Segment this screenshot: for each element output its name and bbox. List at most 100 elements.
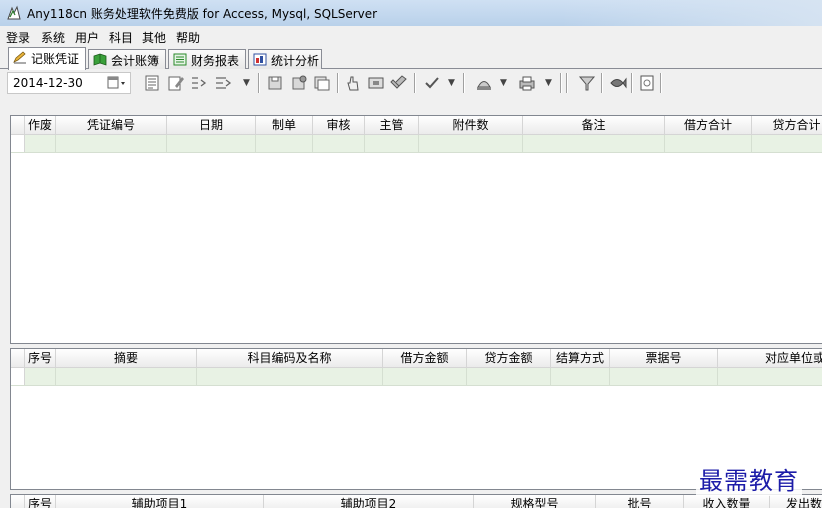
calendar-icon[interactable]: [106, 75, 128, 91]
toolbar-separator: [463, 73, 465, 93]
voucher-list-icon[interactable]: [143, 74, 161, 92]
table-cell[interactable]: [25, 368, 56, 385]
table-cell[interactable]: [383, 368, 467, 385]
print-dropdown-icon[interactable]: ▼: [545, 76, 553, 90]
table-cell[interactable]: [610, 368, 718, 385]
row-selector[interactable]: [11, 368, 25, 385]
menu-system[interactable]: 系统: [41, 29, 65, 46]
col-notes[interactable]: 备注: [523, 116, 665, 135]
col-voucher-no[interactable]: 凭证编号: [56, 116, 167, 135]
edit-icon[interactable]: [167, 74, 185, 92]
menu-account[interactable]: 科目: [109, 29, 133, 46]
stamp-dropdown-icon[interactable]: ▼: [500, 76, 508, 90]
pen-icon: [13, 51, 26, 64]
auxiliary-grid[interactable]: 序号 辅助项目1 辅助项目2 规格型号 批号 收入数量 发出数: [10, 494, 822, 508]
table-cell[interactable]: [718, 368, 822, 385]
table-cell[interactable]: [313, 135, 365, 152]
table-cell[interactable]: [551, 368, 610, 385]
row-header-stub: [11, 116, 25, 135]
watermark-text: 最需教育: [696, 461, 802, 496]
tab-reports[interactable]: 财务报表: [168, 49, 246, 69]
filter-icon[interactable]: [578, 74, 596, 92]
row-header-stub: [11, 349, 25, 368]
outdent-icon[interactable]: [214, 74, 232, 92]
eraser-icon[interactable]: [390, 74, 408, 92]
title-bar: Any118cn 账务处理软件免费版 for Access, Mysql, SQ…: [0, 0, 822, 26]
menu-login[interactable]: 登录: [6, 29, 30, 46]
col-debit-total[interactable]: 借方合计: [665, 116, 752, 135]
col-credit-total[interactable]: 贷方合计: [752, 116, 822, 135]
tab-bar: 记账凭证 会计账簿 财务报表 统计分析: [0, 47, 822, 70]
fish-icon[interactable]: [609, 74, 627, 92]
table-cell[interactable]: [523, 135, 665, 152]
toolbar-separator: [414, 73, 416, 93]
table-cell[interactable]: [197, 368, 383, 385]
table-cell[interactable]: [665, 135, 752, 152]
col-seq[interactable]: 序号: [25, 495, 56, 508]
row-selector[interactable]: [11, 135, 25, 152]
toolbar: 2014-12-30 ▼ ▼ ▼ ▼: [0, 69, 822, 97]
check-dropdown-icon[interactable]: ▼: [448, 76, 456, 90]
col-aux-item-2[interactable]: 辅助项目2: [264, 495, 474, 508]
table-cell[interactable]: [56, 368, 197, 385]
row-divider: [11, 152, 822, 153]
col-date[interactable]: 日期: [167, 116, 256, 135]
tab-statistics[interactable]: 统计分析: [248, 49, 322, 69]
tab-statistics-label: 统计分析: [271, 54, 320, 68]
tab-voucher[interactable]: 记账凭证: [8, 47, 86, 70]
col-aux-item-1[interactable]: 辅助项目1: [56, 495, 264, 508]
tab-reports-label: 财务报表: [191, 54, 240, 68]
table-row[interactable]: [11, 135, 822, 152]
menu-user[interactable]: 用户: [75, 29, 99, 46]
table-cell[interactable]: [167, 135, 256, 152]
save-copy-icon[interactable]: [313, 74, 331, 92]
date-value[interactable]: 2014-12-30: [13, 76, 83, 90]
toolbar-separator: [601, 73, 603, 93]
col-issued-qty[interactable]: 发出数: [770, 495, 822, 508]
menu-help[interactable]: 帮助: [176, 29, 200, 46]
voucher-grid[interactable]: 作废 凭证编号 日期 制单 审核 主管 附件数 备注 借方合计 贷方合计: [10, 115, 822, 344]
date-picker[interactable]: 2014-12-30: [7, 72, 131, 94]
row-divider: [11, 385, 822, 386]
col-received-qty[interactable]: 收入数量: [684, 495, 770, 508]
checkmark-icon[interactable]: [423, 74, 441, 92]
table-cell[interactable]: [419, 135, 523, 152]
col-counterparty[interactable]: 对应单位或: [718, 349, 822, 368]
hand-pointer-icon[interactable]: [344, 74, 362, 92]
col-account[interactable]: 科目编码及名称: [197, 349, 383, 368]
table-cell[interactable]: [256, 135, 313, 152]
col-batch-no[interactable]: 批号: [596, 495, 684, 508]
auxiliary-grid-header: 序号 辅助项目1 辅助项目2 规格型号 批号 收入数量 发出数: [11, 495, 822, 508]
printer-icon[interactable]: [518, 74, 536, 92]
outdent-dropdown-icon[interactable]: ▼: [243, 76, 251, 90]
menu-other[interactable]: 其他: [142, 29, 166, 46]
col-preparer[interactable]: 制单: [256, 116, 313, 135]
save-as-icon[interactable]: [290, 74, 308, 92]
table-cell[interactable]: [467, 368, 551, 385]
indent-icon[interactable]: [190, 74, 208, 92]
tab-ledger[interactable]: 会计账簿: [88, 49, 166, 69]
table-cell[interactable]: [365, 135, 419, 152]
table-row[interactable]: [11, 368, 822, 385]
stamp-icon[interactable]: [475, 74, 493, 92]
page-icon[interactable]: [638, 74, 656, 92]
delete-icon[interactable]: [367, 74, 385, 92]
col-reviewer[interactable]: 审核: [313, 116, 365, 135]
col-bill-no[interactable]: 票据号: [610, 349, 718, 368]
save-icon[interactable]: [266, 74, 284, 92]
tab-ledger-label: 会计账簿: [111, 54, 160, 68]
table-cell[interactable]: [752, 135, 822, 152]
col-attachments[interactable]: 附件数: [419, 116, 523, 135]
book-icon: [93, 53, 107, 66]
table-cell[interactable]: [25, 135, 56, 152]
table-cell[interactable]: [56, 135, 167, 152]
col-debit-amount[interactable]: 借方金额: [383, 349, 467, 368]
col-settlement[interactable]: 结算方式: [551, 349, 610, 368]
col-summary[interactable]: 摘要: [56, 349, 197, 368]
col-supervisor[interactable]: 主管: [365, 116, 419, 135]
col-seq[interactable]: 序号: [25, 349, 56, 368]
col-credit-amount[interactable]: 贷方金额: [467, 349, 551, 368]
col-spec-model[interactable]: 规格型号: [474, 495, 596, 508]
col-void[interactable]: 作废: [25, 116, 56, 135]
app-icon: [7, 5, 21, 20]
